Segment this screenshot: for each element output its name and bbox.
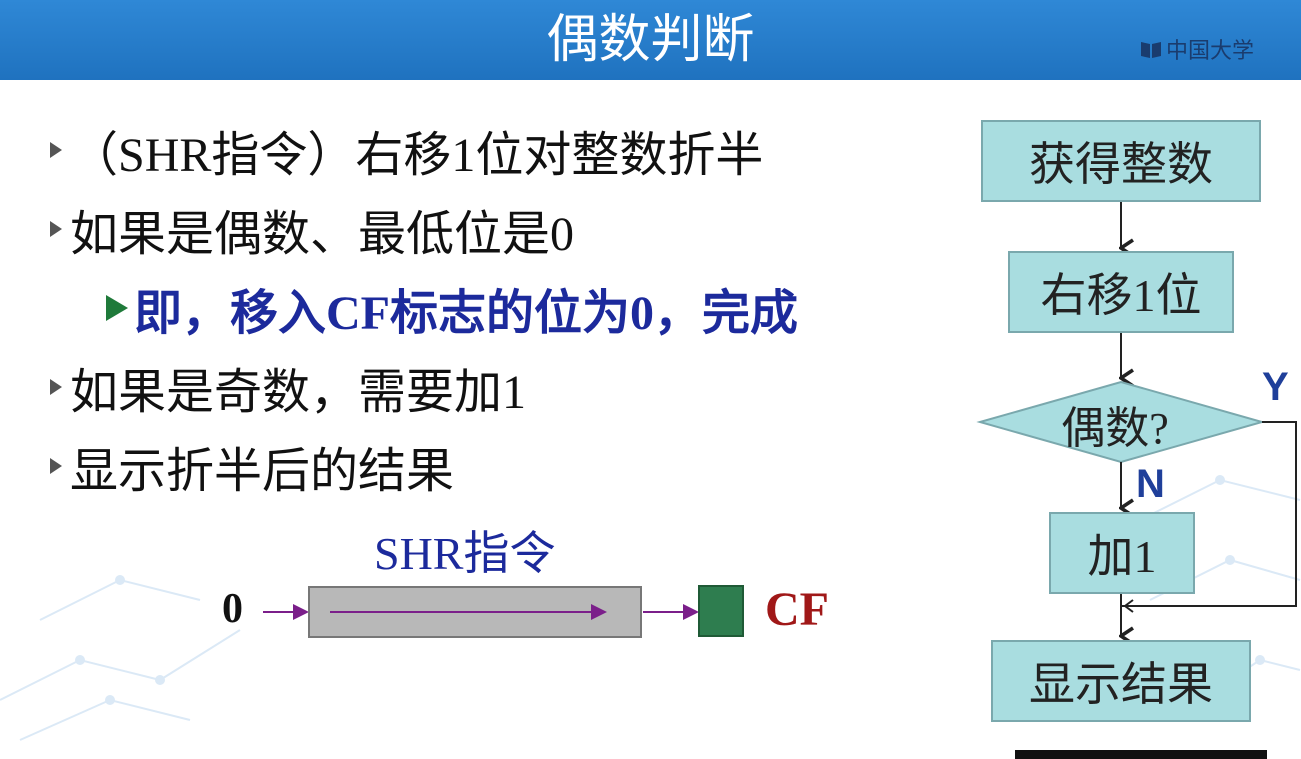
shr-shift-diagram (263, 585, 744, 638)
sub-bullet-text: 即，移入CF标志的位为0，完成 (134, 287, 798, 340)
book-logo-icon (1141, 42, 1161, 58)
bullet-arrow-icon (50, 142, 62, 158)
bullet-text: 如果是偶数、最低位是0 (70, 208, 575, 261)
logo-text: 中国大学 (1166, 39, 1255, 64)
no-branch-label: N (1136, 462, 1165, 506)
bullet-item: 显示折半后的结果 (50, 431, 454, 501)
sub-bullet-item: 即，移入CF标志的位为0，完成 (106, 273, 798, 343)
page-title: 偶数判断 (546, 10, 755, 70)
flow-decision-label: 偶数? (1061, 404, 1169, 453)
bullet-item: 如果是偶数、最低位是0 (50, 194, 574, 264)
cf-flag-label: CF (765, 583, 829, 636)
bullet-arrow-icon (50, 221, 62, 237)
bullet-arrow-icon (50, 379, 62, 395)
bullet-item: （SHR指令）右移1位对整数折半 (50, 115, 763, 185)
bullet-arrow-icon (50, 458, 62, 474)
university-logo: 中国大学 (1140, 32, 1254, 66)
flow-step-show-result: 显示结果 (991, 640, 1251, 722)
bullet-text: 如果是奇数，需要加1 (70, 366, 527, 419)
cf-flag-box (698, 585, 744, 637)
shr-diagram-title: SHR指令 (374, 528, 556, 579)
flow-step-get-integer: 获得整数 (981, 120, 1261, 202)
flow-step-add-one: 加1 (1049, 512, 1195, 594)
bullet-item: 如果是奇数，需要加1 (50, 352, 526, 422)
title-bar: 偶数判断 中国大学 (0, 0, 1301, 80)
bullet-text: 显示折半后的结果 (70, 445, 455, 498)
sub-bullet-triangle-icon (106, 295, 128, 321)
video-overlay-bar (1015, 750, 1267, 759)
flow-step-shift-right: 右移1位 (1008, 251, 1234, 333)
shift-input-zero: 0 (222, 586, 243, 632)
bullet-text: （SHR指令）右移1位对整数折半 (70, 129, 764, 182)
yes-branch-label: Y (1262, 365, 1289, 409)
